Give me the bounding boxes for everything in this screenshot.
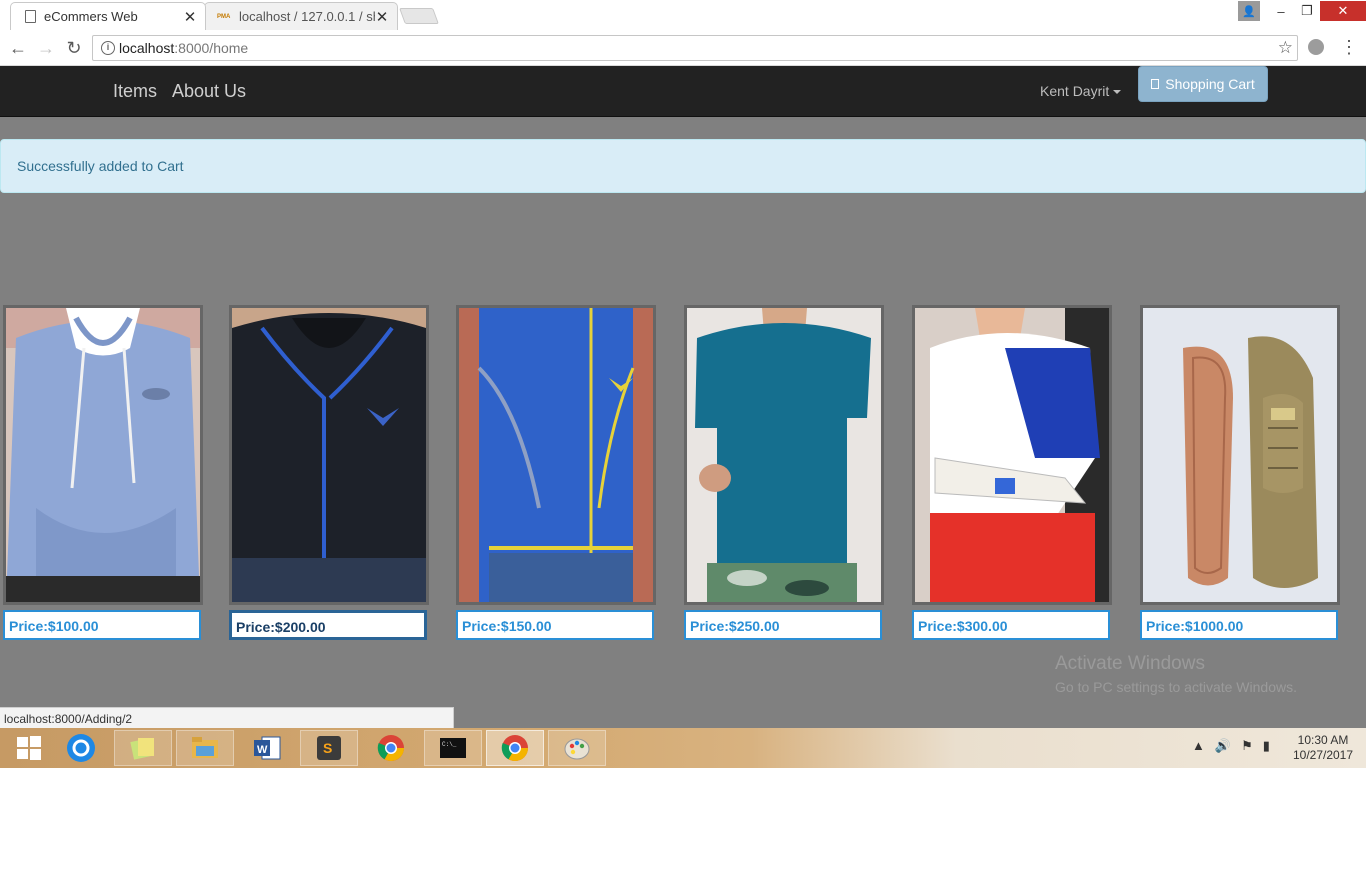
command-prompt-icon: C:\_ [440,738,466,758]
price-label: Price:$150.00 [456,610,654,640]
product-image-black-jacket[interactable] [229,305,429,605]
screen-margin [0,768,1366,874]
word-icon: W [254,736,281,760]
user-dropdown[interactable]: Kent Dayrit [1040,83,1122,99]
window-close-icon[interactable]: ✕ [1320,1,1366,21]
sticky-notes-icon [130,738,154,760]
tab-ecommers-web[interactable]: eCommers Web ✕ [10,2,206,30]
shopping-cart-button[interactable]: Shopping Cart [1138,66,1268,102]
window-controls: 👤 – ❐ ✕ [1238,0,1366,22]
alert-text: Successfully added to Cart [17,158,184,174]
taskbar-sync-app[interactable] [52,730,110,766]
volume-icon[interactable]: 🔊 [1215,738,1231,754]
extension-icon[interactable] [1308,39,1324,55]
chrome-icon [501,735,529,762]
sublime-text-icon: S [317,736,341,760]
address-bar[interactable]: i localhost:8000/home ☆ [92,35,1298,61]
svg-text:S: S [323,740,332,756]
start-button[interactable] [0,730,58,766]
page-icon [25,10,36,23]
taskbar-chrome-2[interactable] [486,730,544,766]
success-alert: Successfully added to Cart [0,139,1366,193]
taskbar-word[interactable]: W [238,730,296,766]
product-image-polo-shirt[interactable] [912,305,1112,605]
product-image-blue-jacket[interactable] [456,305,656,605]
clock-time: 10:30 AM [1297,733,1349,747]
tray-overflow-icon[interactable]: ▲ [1192,738,1205,754]
forward-arrow-icon[interactable]: → [36,38,56,58]
price-label: Price:$300.00 [912,610,1110,640]
taskbar-paint[interactable] [548,730,606,766]
system-tray: ▲ 🔊 ⚑ ▮ [1192,738,1270,754]
product-image-teal-tshirt[interactable] [684,305,884,605]
taskbar-chrome-1[interactable] [362,730,420,766]
chrome-menu-icon[interactable]: ⋮ [1340,37,1358,58]
svg-text:W: W [257,744,268,756]
address-url: localhost:8000/home [119,40,248,56]
price-label: Price:$1000.00 [1140,610,1338,640]
restore-icon[interactable]: ❐ [1294,0,1320,22]
product-grid: Price:$100.00 Price:$200.00 Price:$150.0… [0,305,1366,645]
new-tab-button[interactable] [399,8,439,24]
watermark-title: Activate Windows [1055,653,1205,674]
folder-icon [192,737,218,758]
user-icon[interactable]: 👤 [1238,1,1260,21]
nav-items-link[interactable]: Items [113,81,157,102]
reload-icon[interactable]: ↻ [64,38,84,58]
paint-palette-icon [564,738,590,760]
price-label: Price:$100.00 [3,610,201,640]
browser-tabstrip: eCommers Web ✕ PMA localhost / 127.0.0.1… [0,0,1366,30]
info-icon[interactable]: i [101,41,115,55]
tab-phpmyadmin[interactable]: PMA localhost / 127.0.0.1 / sh ✕ [204,2,398,30]
browser-toolbar: ← → ↻ i localhost:8000/home ☆ ⋮ [0,30,1366,66]
price-label: Price:$250.00 [684,610,882,640]
sync-app-icon [67,734,95,762]
windows-taskbar: W S C:\_ ▲ 🔊 ⚑ ▮ 10:30 AM 10/27/2017 [0,728,1366,768]
price-label: Price:$200.00 [229,610,427,640]
taskbar-cmd[interactable]: C:\_ [424,730,482,766]
page-content: Items About Us Kent Dayrit Shopping Cart… [0,66,1366,728]
action-center-icon[interactable]: ⚑ [1241,738,1253,754]
watermark-subtitle: Go to PC settings to activate Windows. [1055,679,1297,695]
back-arrow-icon[interactable]: ← [8,38,28,58]
taskbar-sublime[interactable]: S [300,730,358,766]
address-path: :8000/home [174,40,249,56]
cart-label: Shopping Cart [1165,76,1255,92]
tab-title: eCommers Web [44,9,138,24]
tab-title: localhost / 127.0.0.1 / sh [239,9,375,24]
user-name: Kent Dayrit [1040,83,1110,99]
network-icon[interactable]: ▮ [1263,738,1270,754]
phpmyadmin-icon: PMA [217,13,231,20]
product-image-hoodie[interactable] [3,305,203,605]
tab-close-icon[interactable]: ✕ [375,8,389,26]
minimize-icon[interactable]: – [1268,0,1294,22]
activate-windows-watermark: Activate Windows Go to PC settings to ac… [1055,653,1297,695]
product-image-sneakers[interactable] [1140,305,1340,605]
caret-down-icon [1113,90,1122,95]
windows-logo-icon [17,736,41,760]
bookmark-star-icon[interactable]: ☆ [1278,38,1293,58]
nav-about-link[interactable]: About Us [172,81,246,102]
tab-close-icon[interactable]: ✕ [183,8,197,26]
cart-icon [1151,79,1160,89]
chrome-icon [377,735,405,762]
taskbar-file-explorer[interactable] [176,730,234,766]
svg-text:C:\_: C:\_ [442,741,457,748]
status-url-bubble: localhost:8000/Adding/2 [0,707,454,729]
taskbar-clock[interactable]: 10:30 AM 10/27/2017 [1286,733,1360,763]
taskbar-notes-app[interactable] [114,730,172,766]
address-host: localhost [119,40,175,56]
site-navbar: Items About Us Kent Dayrit Shopping Cart [0,66,1366,117]
clock-date: 10/27/2017 [1292,748,1354,762]
